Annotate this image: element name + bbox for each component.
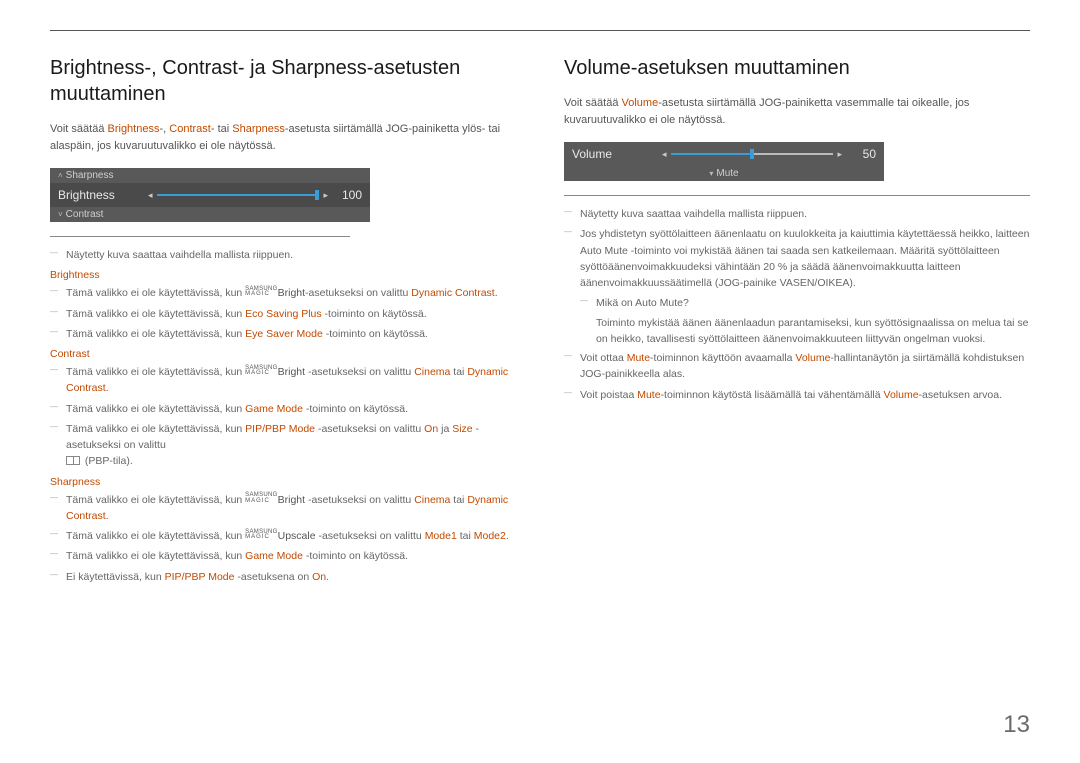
osd-main-label: Brightness	[58, 188, 144, 202]
note: Ei käytettävissä, kun PIP/PBP Mode -aset…	[50, 569, 516, 585]
right-intro: Voit säätää Volume-asetusta siirtämällä …	[564, 95, 1030, 128]
note-auto-mute: Jos yhdistetyn syöttölaitteen äänenlaatu…	[564, 226, 1030, 291]
osd-volume-widget: Volume ◂ ▸ 50 ▾ Mute	[564, 142, 884, 181]
note: Tämä valikko ei ole käytettävissä, kun P…	[50, 421, 516, 470]
samsung-magic-icon: SAMSUNGMAGIC	[245, 366, 277, 377]
osd-bottom-label: Contrast	[66, 209, 104, 220]
note: Tämä valikko ei ole käytettävissä, kun S…	[50, 492, 516, 525]
osd-main-row: Volume ◂ ▸ 50	[564, 142, 884, 166]
left-column: Brightness-, Contrast- ja Sharpness-aset…	[50, 55, 516, 589]
note: Tämä valikko ei ole käytettävissä, kun S…	[50, 528, 516, 544]
left-intro: Voit säätää Brightness-, Contrast- tai S…	[50, 121, 516, 154]
osd-bottom-row: ˅ Contrast	[50, 207, 370, 222]
osd-top-label: Sharpness	[66, 170, 114, 181]
note: Tämä valikko ei ole käytettävissä, kun G…	[50, 401, 516, 417]
pbp-icon	[66, 456, 80, 465]
samsung-magic-icon: SAMSUNGMAGIC	[245, 530, 277, 541]
osd-main-label: Volume	[572, 147, 658, 161]
note: Tämä valikko ei ole käytettävissä, kun S…	[50, 285, 516, 301]
note: Tämä valikko ei ole käytettävissä, kun G…	[50, 548, 516, 564]
subhead-contrast: Contrast	[50, 348, 516, 360]
subhead-brightness: Brightness	[50, 269, 516, 281]
note: Tämä valikko ei ole käytettävissä, kun S…	[50, 364, 516, 397]
osd-bottom-row: ▾ Mute	[564, 166, 884, 181]
triangle-left-icon: ◂	[144, 190, 157, 201]
left-section-title: Brightness-, Contrast- ja Sharpness-aset…	[50, 55, 516, 107]
triangle-right-icon: ▸	[833, 149, 846, 160]
osd-brightness-widget: ˄ Sharpness Brightness ◂ ▸ 100 ˅ Contras…	[50, 168, 370, 222]
page-number: 13	[1003, 711, 1030, 739]
note-mute-enable: Voit ottaa Mute-toiminnon käyttöön avaam…	[564, 350, 1030, 383]
note: Tämä valikko ei ole käytettävissä, kun E…	[50, 326, 516, 342]
osd-value: 50	[846, 147, 876, 161]
note-mute-disable: Voit poistaa Mute-toiminnon käytöstä lis…	[564, 387, 1030, 403]
osd-slider	[157, 194, 320, 196]
sub-note-what-is: Mikä on Auto Mute?	[564, 295, 1030, 311]
note: Tämä valikko ei ole käytettävissä, kun E…	[50, 306, 516, 322]
chevron-down-icon: ▾	[709, 169, 716, 178]
thin-rule	[50, 236, 350, 237]
note-image-vary: Näytetty kuva saattaa vaihdella mallista…	[50, 247, 516, 263]
hl-sharpness: Sharpness	[232, 123, 285, 135]
osd-top-row: ˄ Sharpness	[50, 168, 370, 183]
thin-rule	[564, 195, 1030, 196]
triangle-right-icon: ▸	[319, 190, 332, 201]
hl-contrast: Contrast	[169, 123, 211, 135]
right-column: Volume-asetuksen muuttaminen Voit säätää…	[564, 55, 1030, 589]
top-rule	[50, 30, 1030, 31]
osd-main-row: Brightness ◂ ▸ 100	[50, 183, 370, 207]
hl-brightness: Brightness	[108, 123, 160, 135]
subhead-sharpness: Sharpness	[50, 476, 516, 488]
two-column-layout: Brightness-, Contrast- ja Sharpness-aset…	[50, 55, 1030, 589]
hl-volume: Volume	[622, 97, 659, 109]
osd-bottom-label: Mute	[716, 168, 738, 179]
samsung-magic-icon: SAMSUNGMAGIC	[245, 287, 277, 298]
samsung-magic-icon: SAMSUNGMAGIC	[245, 493, 277, 504]
chevron-up-icon: ˄	[58, 171, 66, 180]
osd-slider	[671, 153, 834, 155]
right-section-title: Volume-asetuksen muuttaminen	[564, 55, 1030, 81]
sub-note-explain: Toiminto mykistää äänen äänenlaadun para…	[564, 315, 1030, 348]
triangle-left-icon: ◂	[658, 149, 671, 160]
chevron-down-icon: ˅	[58, 210, 66, 219]
osd-value: 100	[332, 188, 362, 202]
note-image-vary: Näytetty kuva saattaa vaihdella mallista…	[564, 206, 1030, 222]
